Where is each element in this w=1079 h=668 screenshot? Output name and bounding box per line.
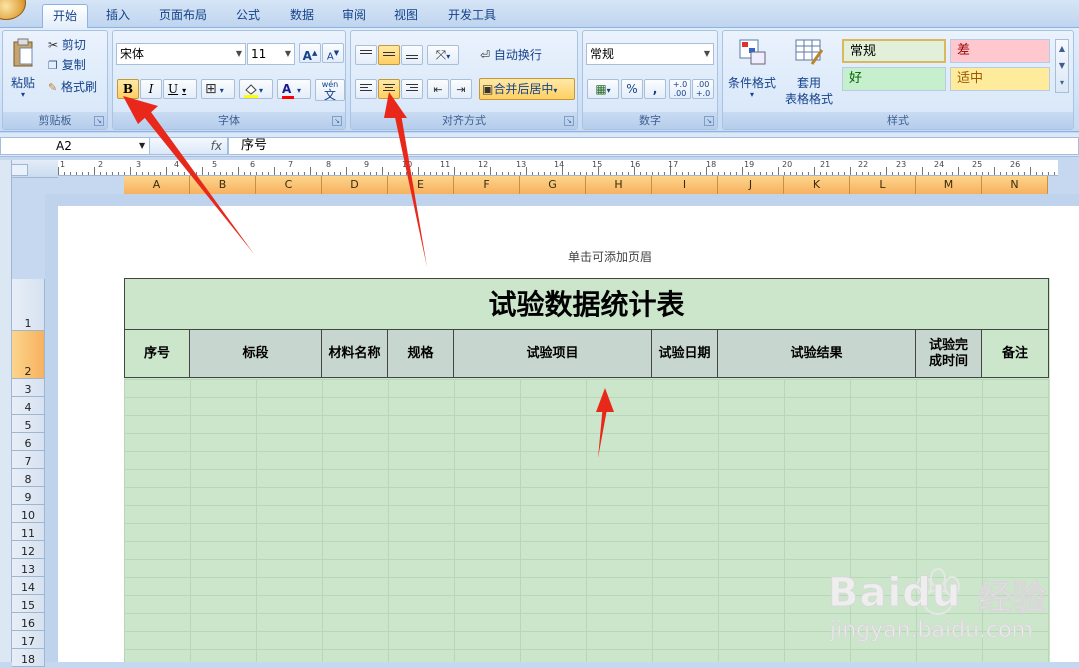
watermark-brand-cn: 经验 [978,578,1047,619]
baidu-watermark: Baidu 经验 jingyan.baidu.com [827,566,1068,660]
arrow-head-table-icon [596,388,614,412]
watermark-brand: Baidu [827,570,962,617]
arrow-to-center-icon [393,108,427,267]
watermark-url: jingyan.baidu.com [829,618,1034,644]
annotation-arrows [123,92,614,458]
arrow-to-table-icon [598,404,608,458]
arrow-head-center-icon [384,92,407,118]
arrow-to-bold-icon [132,103,254,254]
